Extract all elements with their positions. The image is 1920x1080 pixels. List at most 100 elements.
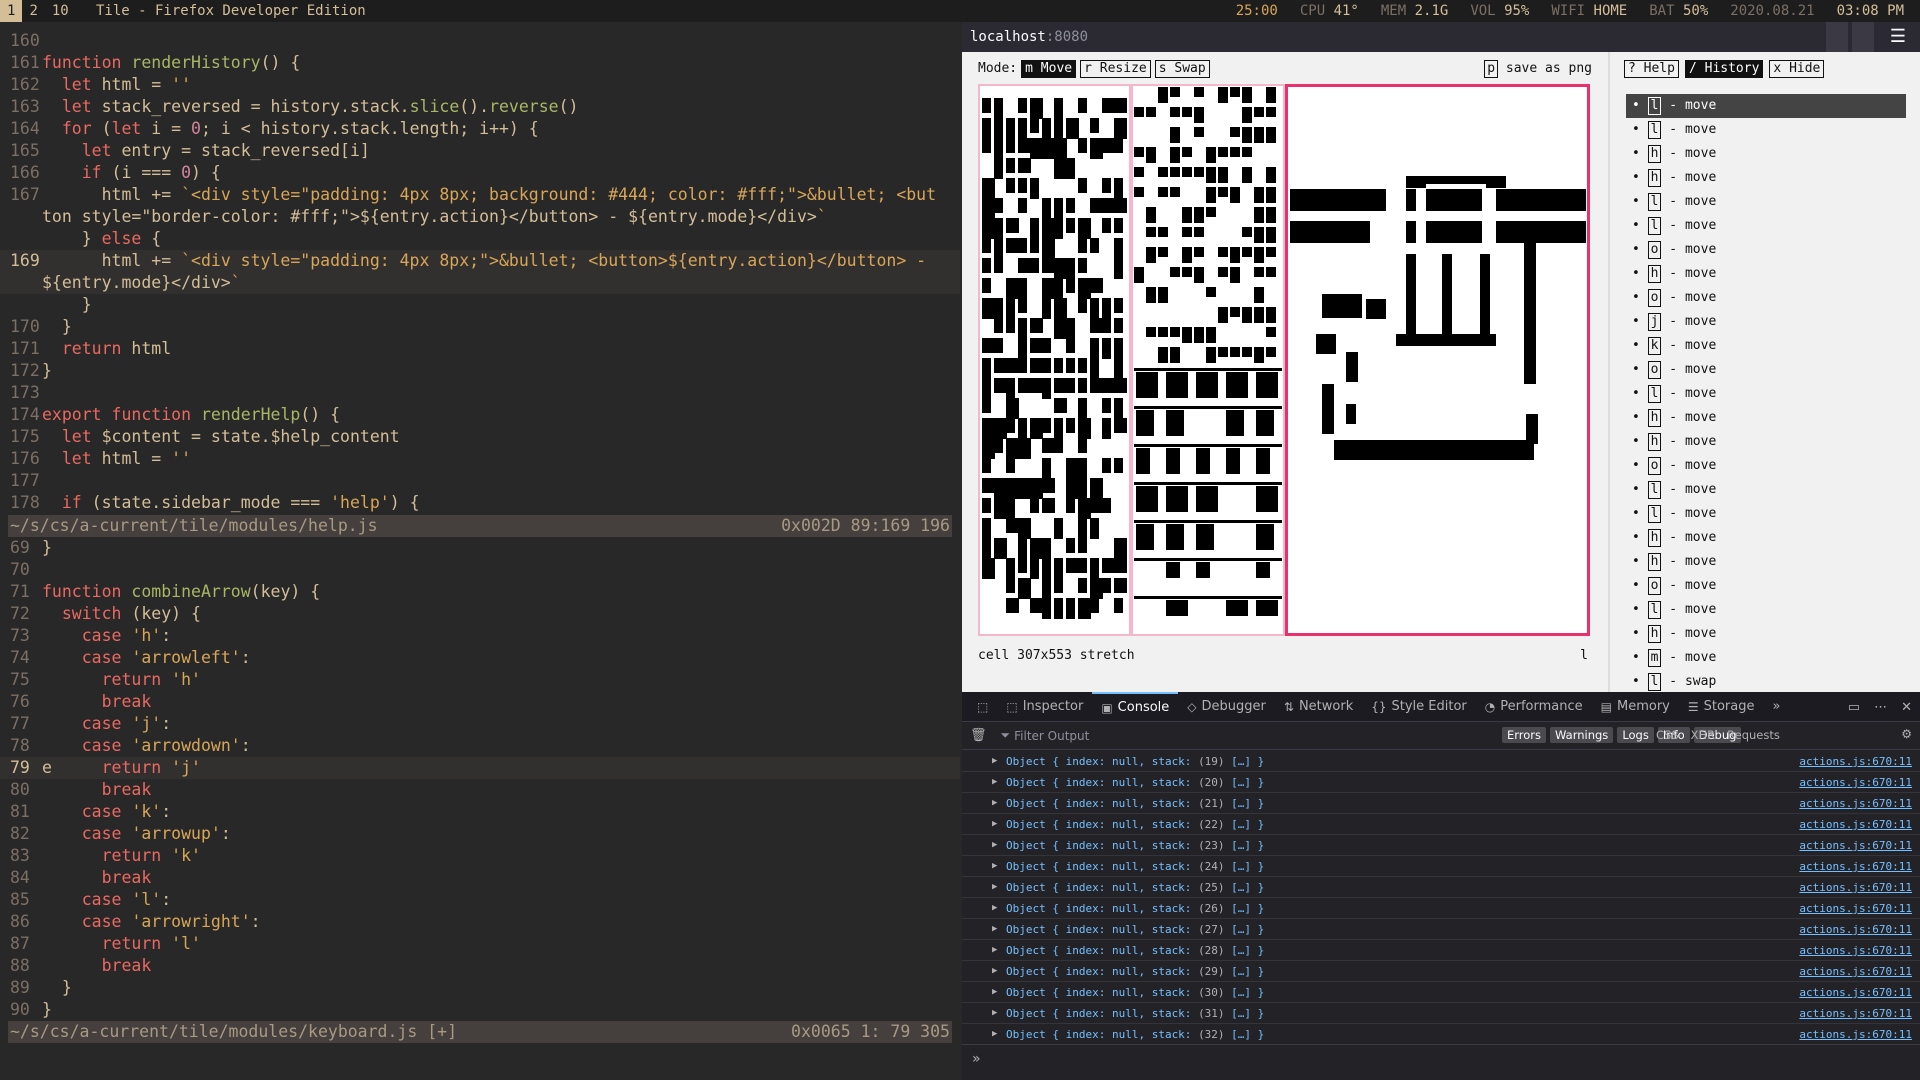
history-entry[interactable]: • h - move xyxy=(1626,142,1906,166)
history-action-button[interactable]: j xyxy=(1647,313,1662,331)
code-line[interactable]: 161 function renderHistory() { xyxy=(0,52,960,74)
history-entry[interactable]: • h - move xyxy=(1626,526,1906,550)
expand-icon[interactable]: ▶ xyxy=(992,1024,997,1041)
history-entry[interactable]: • h - move xyxy=(1626,550,1906,574)
tab-performance[interactable]: ◔ Performance xyxy=(1476,692,1592,722)
history-action-button[interactable]: l xyxy=(1647,121,1662,139)
console-log-row[interactable]: ▶ Object { index: null, stack: (20) […] }… xyxy=(962,772,1920,793)
tab-network[interactable]: ⇅ Network xyxy=(1275,692,1362,722)
more-icon[interactable]: ⋯ xyxy=(1874,700,1887,715)
console-log-row[interactable]: ▶ Object { index: null, stack: (26) […] }… xyxy=(962,898,1920,919)
log-source[interactable]: actions.js:670:11 xyxy=(1799,856,1912,877)
settings-icon[interactable]: ⚙ xyxy=(1901,727,1912,741)
code-line[interactable]: 90} xyxy=(0,999,960,1021)
history-action-button[interactable]: o xyxy=(1647,241,1662,259)
code-line[interactable]: 73 case 'h': xyxy=(0,625,960,647)
console-log-row[interactable]: ▶ Object { index: null, stack: (29) […] }… xyxy=(962,961,1920,982)
history-entry[interactable]: • k - move xyxy=(1626,334,1906,358)
history-action-button[interactable]: h xyxy=(1647,409,1662,427)
code-line[interactable]: 173 xyxy=(0,382,960,404)
console-log-row[interactable]: ▶ Object { index: null, stack: (24) […] }… xyxy=(962,856,1920,877)
history-action-button[interactable]: l xyxy=(1647,193,1662,211)
code-line[interactable]: 79 e return 'j' xyxy=(0,757,960,779)
expand-icon[interactable]: ▶ xyxy=(992,793,997,814)
code-line[interactable]: 78 case 'arrowdown': xyxy=(0,735,960,757)
history-action-button[interactable]: l xyxy=(1647,481,1662,499)
history-entry[interactable]: • o - move xyxy=(1626,238,1906,262)
history-action-button[interactable]: k xyxy=(1647,337,1662,355)
log-source[interactable]: actions.js:670:11 xyxy=(1799,961,1912,982)
history-action-button[interactable]: h xyxy=(1647,553,1662,571)
expand-icon[interactable]: ▶ xyxy=(992,856,997,877)
log-source[interactable]: actions.js:670:11 xyxy=(1799,793,1912,814)
more-tabs-icon[interactable]: » xyxy=(1764,692,1790,722)
log-source[interactable]: actions.js:670:11 xyxy=(1799,919,1912,940)
code-line[interactable]: 165 let entry = stack_reversed[i] xyxy=(0,140,960,162)
code-line[interactable]: 162 let html = '' xyxy=(0,74,960,96)
log-source[interactable]: actions.js:670:11 xyxy=(1799,1024,1912,1041)
filter-logs[interactable]: Logs xyxy=(1617,727,1654,743)
code-line[interactable]: ${entry.mode}</div>` xyxy=(0,272,960,294)
console-log-row[interactable]: ▶ Object { index: null, stack: (19) […] }… xyxy=(962,751,1920,772)
mode-button-swap[interactable]: s Swap xyxy=(1154,60,1210,78)
history-entry[interactable]: • o - move xyxy=(1626,454,1906,478)
code-line[interactable]: 88 break xyxy=(0,955,960,977)
code-line[interactable]: 174 export function renderHelp() { xyxy=(0,404,960,426)
tab-storage[interactable]: ☰ Storage xyxy=(1679,692,1764,722)
history-entry[interactable]: • h - move xyxy=(1626,262,1906,286)
history-entry[interactable]: • l - move xyxy=(1626,94,1906,118)
expand-icon[interactable]: ▶ xyxy=(992,919,997,940)
mode-button-move[interactable]: m Move xyxy=(1021,60,1077,78)
code-line[interactable]: 178 if (state.sidebar_mode === 'help') { xyxy=(0,492,960,514)
tile-selected[interactable] xyxy=(1285,84,1590,636)
filter-xhr[interactable]: XHR xyxy=(1687,727,1720,743)
filter-errors[interactable]: Errors xyxy=(1502,727,1547,743)
code-line[interactable]: 83 return 'k' xyxy=(0,845,960,867)
code-line[interactable]: 166 if (i === 0) { xyxy=(0,162,960,184)
code-line[interactable]: ton style="border-color: #fff;">${entry.… xyxy=(0,206,960,228)
log-source[interactable]: actions.js:670:11 xyxy=(1799,772,1912,793)
history-entry[interactable]: • o - move xyxy=(1626,286,1906,310)
history-action-button[interactable]: l xyxy=(1647,601,1662,619)
history-action-button[interactable]: h xyxy=(1647,265,1662,283)
code-line[interactable]: 87 return 'l' xyxy=(0,933,960,955)
history-action-button[interactable]: m xyxy=(1647,649,1662,667)
expand-icon[interactable]: ▶ xyxy=(992,751,997,772)
log-source[interactable]: actions.js:670:11 xyxy=(1799,982,1912,1003)
code-line[interactable]: 74 case 'arrowleft': xyxy=(0,647,960,669)
history-action-button[interactable]: h xyxy=(1647,625,1662,643)
editor-pane-help[interactable]: 160 161 function renderHistory() {162 let … xyxy=(0,30,960,520)
history-action-button[interactable]: o xyxy=(1647,457,1662,475)
history-action-button[interactable]: h xyxy=(1647,529,1662,547)
code-line[interactable]: 69} xyxy=(0,537,960,559)
code-line[interactable]: 76 break xyxy=(0,691,960,713)
console-log-row[interactable]: ▶ Object { index: null, stack: (28) […] }… xyxy=(962,940,1920,961)
console-log-row[interactable]: ▶ Object { index: null, stack: (22) […] }… xyxy=(962,814,1920,835)
history-action-button[interactable]: h xyxy=(1647,433,1662,451)
filter-input[interactable]: Filter Output xyxy=(1014,729,1089,743)
element-picker-icon[interactable]: ⬚ xyxy=(968,692,997,722)
history-entry[interactable]: • l - move xyxy=(1626,382,1906,406)
dock-icon[interactable]: ▭ xyxy=(1848,700,1860,715)
code-line[interactable]: 167 html += `<div style="padding: 4px 8p… xyxy=(0,184,960,206)
filter-requests[interactable]: Requests xyxy=(1723,727,1784,743)
sidebar-button-hide[interactable]: x Hide xyxy=(1769,60,1825,78)
expand-icon[interactable]: ▶ xyxy=(992,877,997,898)
mode-button-resize[interactable]: r Resize xyxy=(1080,60,1151,78)
log-source[interactable]: actions.js:670:11 xyxy=(1799,835,1912,856)
code-line[interactable]: 77 case 'j': xyxy=(0,713,960,735)
console-log-row[interactable]: ▶ Object { index: null, stack: (32) […] }… xyxy=(962,1024,1920,1041)
console-log-row[interactable]: ▶ Object { index: null, stack: (25) […] }… xyxy=(962,877,1920,898)
code-line[interactable]: } else { xyxy=(0,228,960,250)
tab-inspector[interactable]: ⬚ Inspector xyxy=(997,692,1092,722)
sidebar-button-history[interactable]: / History xyxy=(1684,60,1764,78)
history-entry[interactable]: • h - move xyxy=(1626,166,1906,190)
code-line[interactable]: 176 let html = '' xyxy=(0,448,960,470)
expand-icon[interactable]: ▶ xyxy=(992,814,997,835)
code-line[interactable]: 169 html += `<div style="padding: 4px 8p… xyxy=(0,250,960,272)
history-entry[interactable]: • l - move xyxy=(1626,214,1906,238)
console-input[interactable]: » xyxy=(962,1044,1920,1080)
history-entry[interactable]: • l - move xyxy=(1626,598,1906,622)
history-action-button[interactable]: o xyxy=(1647,361,1662,379)
save-key[interactable]: p xyxy=(1484,60,1499,78)
